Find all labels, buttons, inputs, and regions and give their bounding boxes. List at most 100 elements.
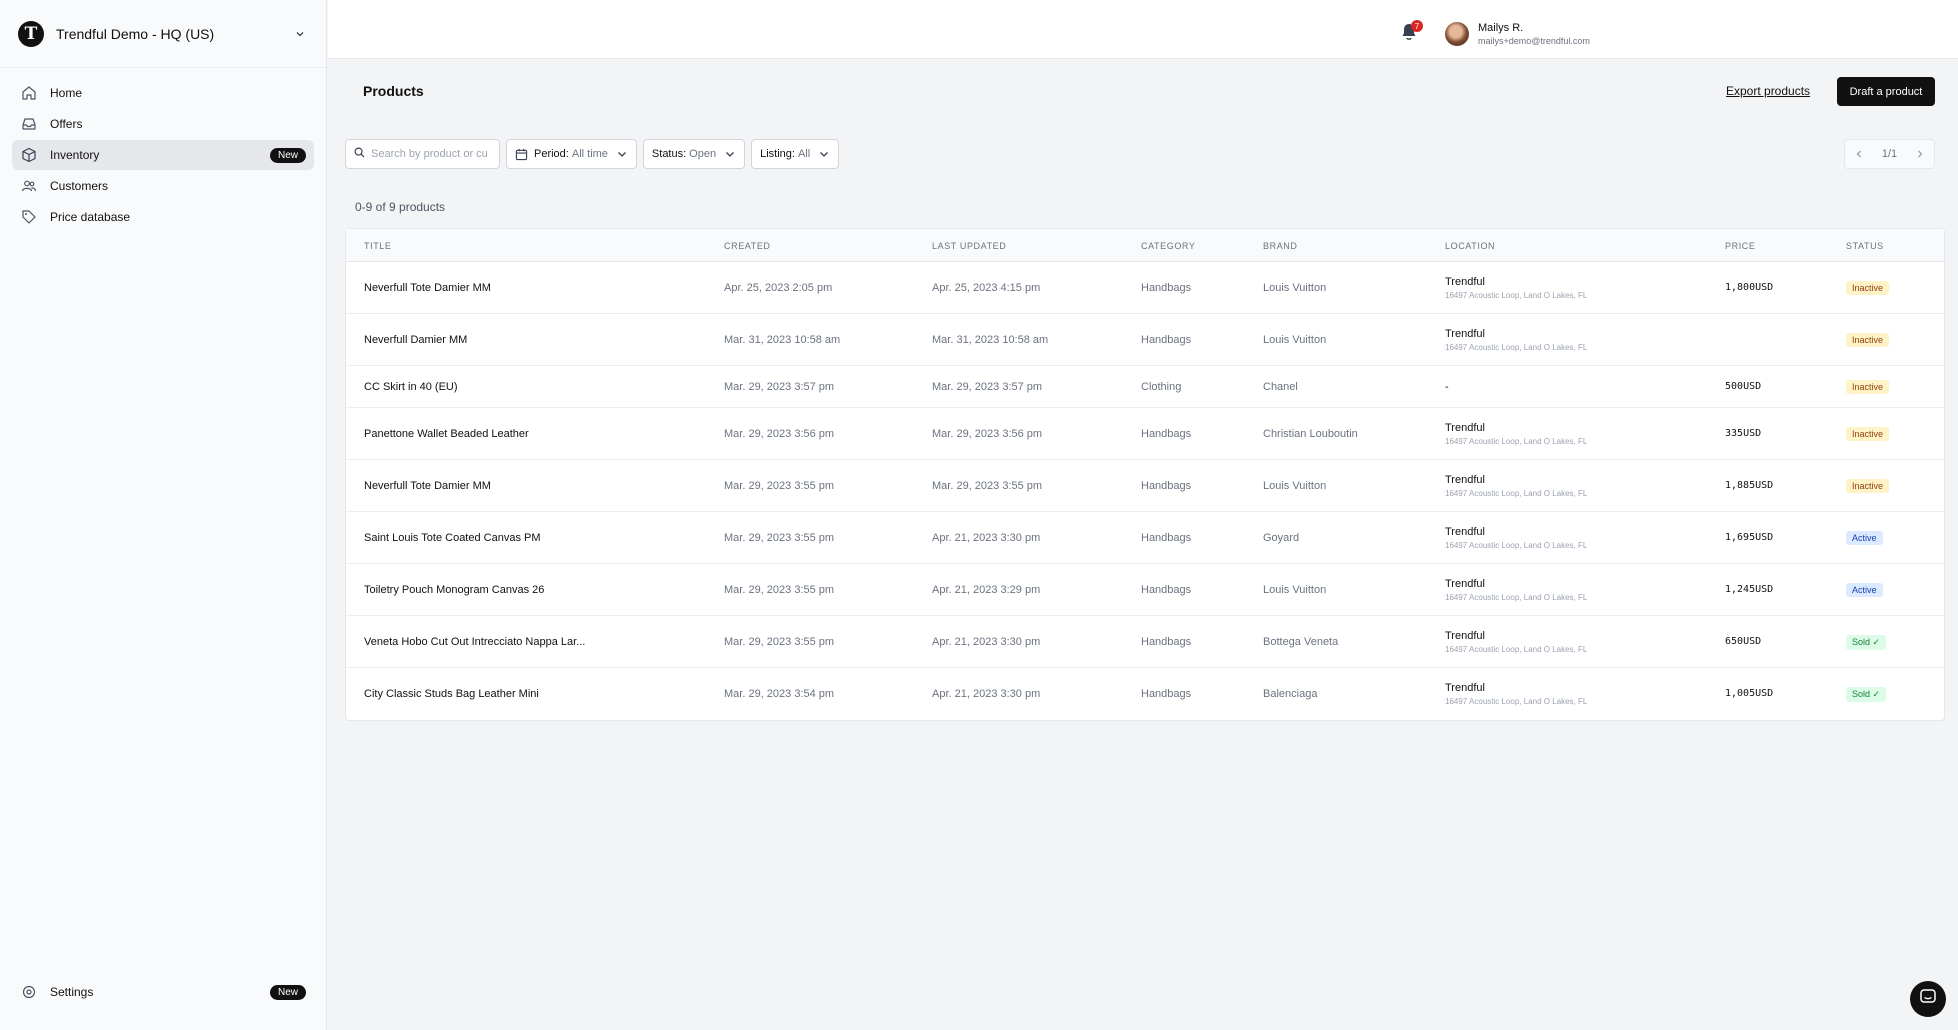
brand: Bottega Veneta: [1263, 636, 1339, 648]
location-address: 16497 Acoustic Loop, Land O Lakes, FL: [1445, 343, 1588, 352]
filter-bar: Period: All time Status: Open Listing: A…: [345, 139, 840, 169]
price-amount: 335: [1725, 428, 1744, 439]
created-date: Mar. 29, 2023 3:57 pm: [724, 381, 835, 393]
sidebar-nav: Home Offers Inventory New Customers Pric…: [0, 68, 326, 232]
product-title[interactable]: Saint Louis Tote Coated Canvas PM: [364, 532, 541, 544]
table-row[interactable]: City Classic Studs Bag Leather Mini Mar. …: [346, 668, 1944, 720]
price-currency: USD: [1755, 688, 1774, 699]
price-currency: USD: [1755, 480, 1774, 491]
pagination: 1/1: [1844, 139, 1935, 169]
chat-icon: [1919, 988, 1937, 1011]
search-input[interactable]: [371, 148, 491, 160]
table-row[interactable]: Neverfull Damier MM Mar. 31, 2023 10:58 a…: [346, 314, 1944, 366]
updated-date: Apr. 25, 2023 4:15 pm: [932, 282, 1041, 294]
org-switcher[interactable]: T Trendful Demo - HQ (US): [0, 0, 326, 68]
table-row[interactable]: Panettone Wallet Beaded Leather Mar. 29, …: [346, 408, 1944, 460]
column-header-status[interactable]: Status: [1846, 241, 1884, 251]
draft-product-button[interactable]: Draft a product: [1837, 77, 1935, 106]
chat-launcher-button[interactable]: [1910, 981, 1946, 1017]
sidebar: T Trendful Demo - HQ (US) Home Offers In…: [0, 0, 327, 1030]
column-header-category[interactable]: Category: [1141, 241, 1195, 251]
tag-icon: [20, 208, 38, 226]
home-icon: [20, 84, 38, 102]
product-title[interactable]: Veneta Hobo Cut Out Intrecciato Nappa La…: [364, 636, 585, 648]
chevron-down-icon: [724, 148, 736, 160]
column-header-last-updated[interactable]: Last updated: [932, 241, 1006, 251]
listing-filter[interactable]: Listing: All: [751, 139, 840, 169]
column-header-price[interactable]: Price: [1725, 241, 1756, 251]
table-row[interactable]: CC Skirt in 40 (EU) Mar. 29, 2023 3:57 pm…: [346, 366, 1944, 408]
box-icon: [20, 146, 38, 164]
created-date: Mar. 29, 2023 3:55 pm: [724, 584, 835, 596]
status-badge: Inactive: [1846, 333, 1890, 347]
location-name: Trendful: [1445, 578, 1485, 590]
chevron-right-icon[interactable]: [1912, 146, 1928, 162]
user-name[interactable]: Mailys R.: [1478, 22, 1523, 34]
sidebar-item-label: Customers: [50, 179, 109, 193]
sidebar-footer: Settings New: [0, 977, 326, 1008]
category: Handbags: [1141, 480, 1192, 492]
chevron-down-icon: [616, 148, 628, 160]
product-title[interactable]: Neverfull Damier MM: [364, 334, 467, 346]
column-header-brand[interactable]: Brand: [1263, 241, 1298, 251]
table-row[interactable]: Neverfull Tote Damier MM Mar. 29, 2023 3:…: [346, 460, 1944, 512]
export-products-link[interactable]: Export products: [1726, 84, 1810, 98]
product-title[interactable]: City Classic Studs Bag Leather Mini: [364, 688, 539, 700]
sidebar-item-label: Settings: [50, 985, 94, 999]
price-currency: USD: [1755, 532, 1774, 543]
status-badge: Inactive: [1846, 427, 1890, 441]
column-header-created[interactable]: Created: [724, 241, 771, 251]
chevron-down-icon[interactable]: [292, 26, 308, 42]
updated-date: Apr. 21, 2023 3:30 pm: [932, 636, 1041, 648]
avatar[interactable]: [1445, 22, 1469, 46]
price: 1,800USD: [1725, 282, 1773, 293]
status-badge: Inactive: [1846, 380, 1890, 394]
price-amount: 1,005: [1725, 688, 1756, 699]
category: Clothing: [1141, 381, 1182, 393]
chevron-left-icon[interactable]: [1851, 146, 1867, 162]
page-indicator: 1/1: [1881, 148, 1898, 160]
price-currency: USD: [1743, 636, 1762, 647]
brand: Louis Vuitton: [1263, 282, 1327, 294]
search-box[interactable]: [345, 139, 500, 169]
status-filter[interactable]: Status: Open: [642, 139, 746, 169]
brand: Goyard: [1263, 532, 1300, 544]
notification-count-badge: 7: [1411, 20, 1423, 32]
brand: Louis Vuitton: [1263, 584, 1327, 596]
period-filter[interactable]: Period: All time: [506, 139, 637, 169]
location-address: 16497 Acoustic Loop, Land O Lakes, FL: [1445, 437, 1588, 446]
product-title[interactable]: Neverfull Tote Damier MM: [364, 480, 491, 492]
price-currency: USD: [1755, 282, 1774, 293]
price: 1,885USD: [1725, 480, 1773, 491]
table-row[interactable]: Toiletry Pouch Monogram Canvas 26 Mar. 29…: [346, 564, 1944, 616]
sidebar-item-inventory[interactable]: Inventory New: [12, 140, 314, 170]
column-header-location[interactable]: Location: [1445, 241, 1495, 251]
sidebar-item-settings[interactable]: Settings New: [12, 977, 314, 1007]
location-name: Trendful: [1445, 422, 1485, 434]
table-row[interactable]: Veneta Hobo Cut Out Intrecciato Nappa La…: [346, 616, 1944, 668]
price: 1,245USD: [1725, 584, 1773, 595]
user-email: mailys+demo@trendful.com: [1478, 36, 1590, 46]
result-count: 0-9 of 9 products: [355, 200, 446, 214]
status-badge: Inactive: [1846, 479, 1890, 493]
sidebar-item-offers[interactable]: Offers: [12, 109, 314, 139]
product-title[interactable]: Panettone Wallet Beaded Leather: [364, 428, 529, 440]
price-amount: 500: [1725, 381, 1744, 392]
sidebar-item-customers[interactable]: Customers: [12, 171, 314, 201]
updated-date: Mar. 29, 2023 3:57 pm: [932, 381, 1043, 393]
category: Handbags: [1141, 636, 1192, 648]
sidebar-item-label: Inventory: [50, 148, 100, 162]
product-title[interactable]: Toiletry Pouch Monogram Canvas 26: [364, 584, 544, 596]
sidebar-item-price-database[interactable]: Price database: [12, 202, 314, 232]
calendar-icon: [515, 148, 528, 161]
category: Handbags: [1141, 688, 1192, 700]
table-row[interactable]: Saint Louis Tote Coated Canvas PM Mar. 29…: [346, 512, 1944, 564]
column-header-title[interactable]: Title: [364, 241, 392, 251]
location-address: 16497 Acoustic Loop, Land O Lakes, FL: [1445, 645, 1588, 654]
filter-value: All: [797, 148, 811, 160]
product-title[interactable]: Neverfull Tote Damier MM: [364, 282, 491, 294]
product-title[interactable]: CC Skirt in 40 (EU): [364, 381, 458, 393]
status-badge: Inactive: [1846, 281, 1890, 295]
sidebar-item-home[interactable]: Home: [12, 78, 314, 108]
table-row[interactable]: Neverfull Tote Damier MM Apr. 25, 2023 2:…: [346, 262, 1944, 314]
